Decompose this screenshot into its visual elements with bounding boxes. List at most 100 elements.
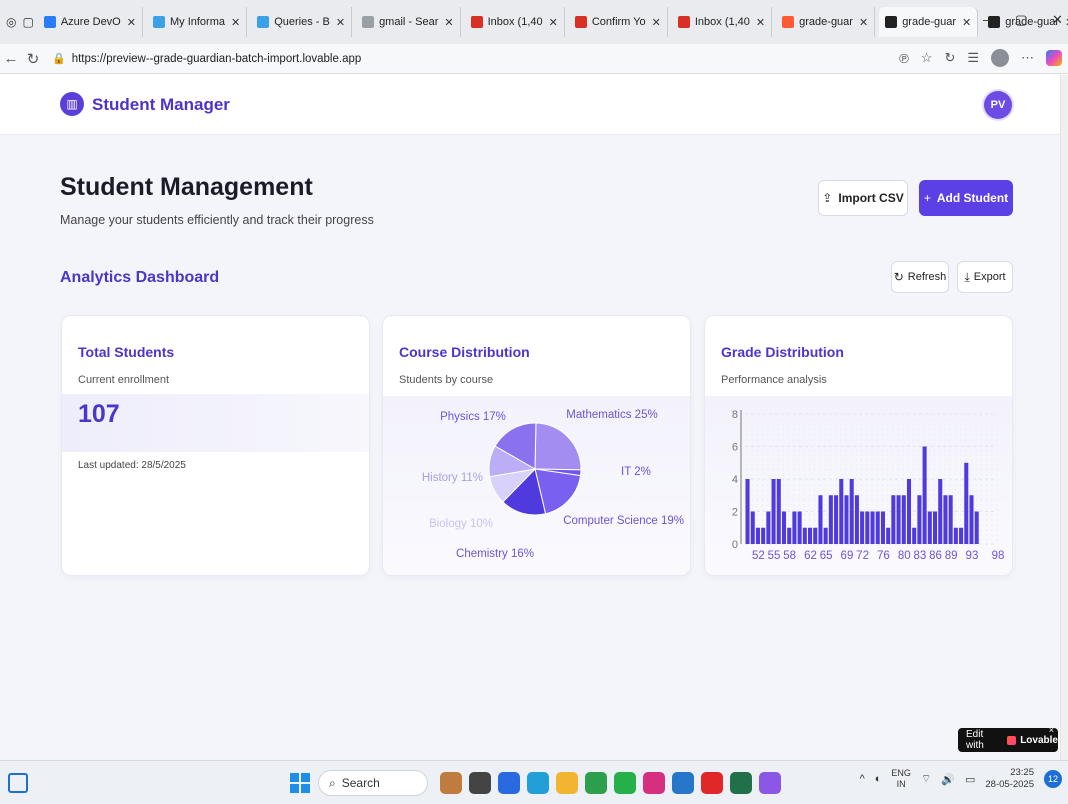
taskbar-app-icon[interactable] [672, 772, 694, 794]
taskbar-app-icon[interactable] [585, 772, 607, 794]
grade-bar [839, 479, 844, 544]
grade-bar [860, 511, 865, 544]
taskbar-app-icon[interactable] [643, 772, 665, 794]
grade-bar [787, 527, 792, 544]
close-window-icon[interactable]: ✕ [1052, 12, 1063, 28]
copilot-tray-icon[interactable]: ◐ [875, 773, 882, 785]
total-students-value: 107 [78, 400, 120, 428]
export-button[interactable]: ⤓ Export [957, 261, 1013, 293]
refresh-extension-icon[interactable]: ↻ [944, 50, 955, 66]
wifi-icon[interactable]: ⌔ [921, 772, 931, 786]
volume-icon[interactable]: 🔊 [941, 773, 955, 786]
grade-bar [912, 527, 917, 544]
lovable-brand: Lovable [1020, 734, 1058, 746]
tab-close-icon[interactable]: ✕ [859, 16, 868, 29]
avatar[interactable]: PV [984, 91, 1012, 119]
grade-bar [823, 527, 828, 544]
language-indicator[interactable]: ENG IN [891, 768, 911, 790]
page-scrollbar[interactable] [1060, 75, 1068, 760]
browser-tab[interactable]: grade-guar ✕ [879, 7, 979, 37]
clock[interactable]: 23:25 28-05-2025 [985, 767, 1034, 791]
grade-bar [854, 495, 859, 544]
taskbar-app-icon[interactable] [469, 772, 491, 794]
url-field[interactable]: 🔒 https://preview--grade-guardian-batch-… [52, 46, 932, 71]
card-subtitle: Current enrollment [78, 374, 170, 386]
workspaces-icon[interactable]: ◎ [6, 12, 16, 32]
pie-slice-label: Physics 17% [440, 411, 506, 423]
tab-close-icon[interactable]: ✕ [444, 16, 453, 29]
favorite-star-icon[interactable]: ☆ [921, 50, 933, 66]
browser-tab[interactable]: Inbox (1,40 ✕ [465, 7, 565, 37]
tab-favicon-icon [574, 16, 587, 28]
taskbar-app-icon[interactable] [498, 772, 520, 794]
browser-tab[interactable]: Azure DevO ✕ [38, 7, 143, 37]
tab-close-icon[interactable]: ✕ [962, 16, 971, 29]
total-students-card: Total Students Current enrollment 107 La… [61, 315, 370, 576]
browser-tab[interactable]: grade-guar ✕ [776, 7, 876, 37]
back-icon[interactable]: ← [0, 50, 22, 67]
read-aloud-icon[interactable]: ℗ [899, 51, 909, 66]
battery-icon[interactable]: ▭ [965, 773, 975, 786]
tab-close-icon[interactable]: ✕ [336, 16, 345, 29]
tab-close-icon[interactable]: ✕ [231, 16, 240, 29]
grade-bar [766, 511, 771, 544]
copilot-icon[interactable] [1046, 50, 1062, 66]
tab-favicon-icon [677, 16, 690, 28]
tab-label: grade-guar [902, 16, 957, 28]
course-pie-chart: Mathematics 25% IT 2% Computer Science 19%… [422, 409, 684, 560]
y-tick-label: 6 [732, 442, 738, 454]
plus-icon: + [923, 191, 931, 205]
browser-tab[interactable]: Confirm Yo ✕ [569, 7, 668, 37]
x-tick-label: 52 [752, 550, 765, 562]
tab-close-icon[interactable]: ✕ [756, 16, 765, 29]
y-tick-label: 2 [732, 507, 738, 519]
tab-close-icon[interactable]: ✕ [549, 16, 558, 29]
tab-label: gmail - Sear [379, 16, 439, 28]
chevron-up-icon[interactable]: ^ [860, 773, 865, 785]
start-icon[interactable] [290, 773, 310, 793]
widgets-icon[interactable] [8, 773, 28, 793]
add-student-button[interactable]: + Add Student [919, 180, 1013, 216]
grade-bar [933, 511, 938, 544]
browser-tab[interactable]: Queries - B ✕ [251, 7, 353, 37]
profile-icon[interactable] [991, 49, 1009, 67]
grade-bar [906, 479, 912, 544]
taskbar-app-icon[interactable] [614, 772, 636, 794]
refresh-button[interactable]: ↻ Refresh [891, 261, 949, 293]
analytics-title: Analytics Dashboard [60, 269, 220, 286]
card-title: Total Students [78, 344, 175, 360]
taskbar-app-icon[interactable] [701, 772, 723, 794]
x-tick-label: 62 [804, 550, 817, 562]
tab-label: Inbox (1,40 [487, 16, 543, 28]
brand-title[interactable]: Student Manager [92, 95, 230, 115]
edit-with-lovable-badge[interactable]: Edit with Lovable × [958, 725, 1058, 752]
pie-slice-label: Mathematics 25% [566, 409, 657, 421]
close-icon[interactable]: × [1049, 725, 1054, 735]
favorites-icon[interactable]: ☰ [967, 50, 979, 66]
minimize-icon[interactable]: – [983, 12, 990, 27]
grade-bar [797, 511, 802, 544]
taskbar-app-icon[interactable] [730, 772, 752, 794]
taskbar-search[interactable]: ⌕ Search [318, 770, 428, 796]
browser-tab[interactable]: My Informa ✕ [147, 7, 248, 37]
grade-bar [896, 495, 901, 544]
tab-close-icon[interactable]: ✕ [127, 16, 136, 29]
notification-badge[interactable]: 12 [1044, 770, 1062, 788]
taskbar-app-icon[interactable] [556, 772, 578, 794]
taskbar-app-icon[interactable] [759, 772, 781, 794]
reload-icon[interactable]: ↻ [22, 50, 44, 68]
browser-tab[interactable]: gmail - Sear ✕ [356, 7, 461, 37]
grade-bar [792, 511, 797, 544]
page-subtitle: Manage your students efficiently and tra… [60, 213, 374, 227]
tab-close-icon[interactable]: ✕ [652, 16, 661, 29]
more-icon[interactable]: ⋯ [1021, 50, 1034, 66]
grade-bar-chart: 0 2 4 6 8 52 55 58 62 65 69 72 76 80 83 86 89 93 98 [732, 409, 1005, 562]
x-tick-label: 72 [856, 550, 869, 562]
import-csv-button[interactable]: ⇪ Import CSV [818, 180, 908, 216]
time: 23:25 [1010, 767, 1034, 778]
tab-actions-icon[interactable]: ▢ [22, 12, 33, 32]
taskbar-app-icon[interactable] [527, 772, 549, 794]
browser-tab[interactable]: Inbox (1,40 ✕ [672, 7, 773, 37]
taskbar-app-icon[interactable] [440, 772, 462, 794]
maximize-icon[interactable]: ▢ [1015, 12, 1027, 28]
